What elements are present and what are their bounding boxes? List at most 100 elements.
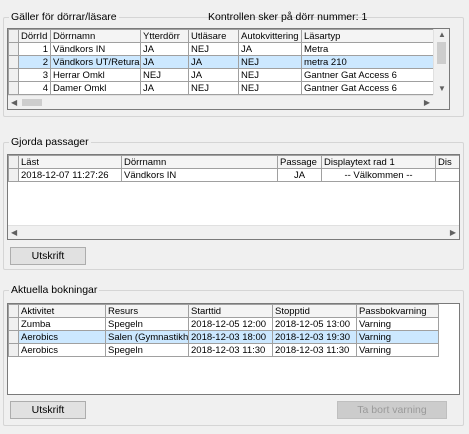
passages-group-title: Gjorda passager	[9, 136, 91, 149]
cell: JA	[140, 42, 189, 56]
scroll-thumb[interactable]	[22, 99, 42, 106]
cell: 1	[18, 42, 51, 56]
col-header-ytterdorr[interactable]: Ytterdörr	[140, 29, 189, 43]
remove-warning-button[interactable]: Ta bort varning	[337, 401, 447, 419]
row-header[interactable]	[8, 330, 19, 344]
cell: Varning	[356, 343, 439, 357]
cell: Vändkors IN	[50, 42, 141, 56]
cell: Aerobics	[18, 330, 106, 344]
cell: Gantner Gat Access 6	[301, 68, 449, 82]
cell: 2	[18, 55, 51, 69]
door-check-note: Kontrollen sker på dörr nummer: 1	[208, 11, 368, 23]
cell: Zumba	[18, 317, 106, 331]
table-row-selected[interactable]: 2 Vändkors UT/Returautom JA JA NEJ metra…	[8, 55, 449, 69]
cell: 3	[18, 68, 51, 82]
doors-table: DörrId Dörrnamn Ytterdörr Utläsare Autok…	[8, 29, 449, 95]
cell: Aerobics	[18, 343, 106, 357]
bookings-header-row: Aktivitet Resurs Starttid Stopptid Passb…	[8, 304, 439, 318]
scroll-corner	[433, 95, 449, 109]
cell: -- Välkommen --	[321, 168, 436, 182]
cell: 2018-12-03 19:30	[272, 330, 357, 344]
scroll-down-icon[interactable]: ▼	[438, 84, 446, 94]
passages-header-row: Läst Dörrnamn Passage Displaytext rad 1 …	[8, 155, 459, 169]
table-row-selected[interactable]: Aerobics Salen (Gymnastikh 2018-12-03 18…	[8, 330, 439, 344]
cell: Spegeln	[105, 317, 189, 331]
col-header-passage[interactable]: Passage	[277, 155, 322, 169]
col-header-lasartyp[interactable]: Läsartyp	[301, 29, 449, 43]
cell: 4	[18, 81, 51, 95]
row-header-corner	[8, 155, 19, 169]
cell: JA	[277, 168, 322, 182]
cell: Damer Omkl	[50, 81, 141, 95]
cell: 2018-12-03 11:30	[188, 343, 273, 357]
table-row[interactable]: 2018-12-07 11:27:26 Vändkors IN JA -- Vä…	[8, 168, 459, 182]
doors-group-title: Gäller för dörrar/läsare	[9, 11, 119, 24]
cell: JA	[188, 68, 239, 82]
table-row[interactable]: Zumba Spegeln 2018-12-05 12:00 2018-12-0…	[8, 317, 439, 331]
cell: NEJ	[188, 81, 239, 95]
bookings-grid[interactable]: Aktivitet Resurs Starttid Stopptid Passb…	[7, 303, 460, 395]
cell: Spegeln	[105, 343, 189, 357]
row-header[interactable]	[8, 343, 19, 357]
col-header-dorrid[interactable]: DörrId	[18, 29, 51, 43]
cell: 2018-12-07 11:27:26	[18, 168, 122, 182]
col-header-passbokvarning[interactable]: Passbokvarning	[356, 304, 439, 318]
cell: metra 210	[301, 55, 449, 69]
table-row[interactable]: 4 Damer Omkl JA NEJ NEJ Gantner Gat Acce…	[8, 81, 449, 95]
cell: Varning	[356, 317, 439, 331]
cell: Gantner Gat Access 6	[301, 81, 449, 95]
cell: NEJ	[188, 42, 239, 56]
scroll-left-icon[interactable]: ◀	[11, 98, 17, 108]
doors-header-row: DörrId Dörrnamn Ytterdörr Utläsare Autok…	[8, 29, 449, 43]
cell: JA	[140, 81, 189, 95]
bookings-table: Aktivitet Resurs Starttid Stopptid Passb…	[8, 304, 439, 357]
cell: JA	[238, 42, 302, 56]
bookings-group-title: Aktuella bokningar	[9, 284, 100, 297]
cell: 2018-12-05 13:00	[272, 317, 357, 331]
row-header[interactable]	[8, 168, 19, 182]
cell: NEJ	[238, 68, 302, 82]
cell: NEJ	[238, 81, 302, 95]
col-header-last[interactable]: Läst	[18, 155, 122, 169]
row-header[interactable]	[8, 55, 19, 69]
doors-grid[interactable]: DörrId Dörrnamn Ytterdörr Utläsare Autok…	[7, 28, 450, 110]
col-header-utlasare[interactable]: Utläsare	[188, 29, 239, 43]
cell: NEJ	[140, 68, 189, 82]
doors-horizontal-scrollbar[interactable]: ◀ ▶	[8, 95, 433, 109]
scroll-left-icon[interactable]: ◀	[11, 228, 17, 238]
col-header-dorrnamn[interactable]: Dörrnamn	[50, 29, 141, 43]
passages-horizontal-scrollbar[interactable]: ◀ ▶	[8, 225, 459, 239]
col-header-starttid[interactable]: Starttid	[188, 304, 273, 318]
col-header-dis[interactable]: Dis	[435, 155, 459, 169]
table-row[interactable]: Aerobics Spegeln 2018-12-03 11:30 2018-1…	[8, 343, 439, 357]
cell: 2018-12-03 18:00	[188, 330, 273, 344]
row-header[interactable]	[8, 81, 19, 95]
row-header[interactable]	[8, 317, 19, 331]
row-header-corner	[8, 29, 19, 43]
col-header-autokvittering[interactable]: Autokvittering	[238, 29, 302, 43]
doors-vertical-scrollbar[interactable]: ▲ ▼	[433, 29, 449, 95]
cell: JA	[140, 55, 189, 69]
col-header-aktivitet[interactable]: Aktivitet	[18, 304, 106, 318]
table-row[interactable]: 1 Vändkors IN JA NEJ JA Metra	[8, 42, 449, 56]
passages-grid[interactable]: Läst Dörrnamn Passage Displaytext rad 1 …	[7, 154, 460, 240]
col-header-resurs[interactable]: Resurs	[105, 304, 189, 318]
passages-table: Läst Dörrnamn Passage Displaytext rad 1 …	[8, 155, 459, 182]
col-header-displaytext[interactable]: Displaytext rad 1	[321, 155, 436, 169]
col-header-stopptid[interactable]: Stopptid	[272, 304, 357, 318]
cell: Metra	[301, 42, 449, 56]
table-row[interactable]: 3 Herrar Omkl NEJ JA NEJ Gantner Gat Acc…	[8, 68, 449, 82]
col-header-dorrnamn[interactable]: Dörrnamn	[121, 155, 278, 169]
scroll-up-icon[interactable]: ▲	[438, 30, 446, 40]
cell: 2018-12-05 12:00	[188, 317, 273, 331]
cell: Varning	[356, 330, 439, 344]
scroll-thumb[interactable]	[437, 42, 446, 64]
passages-print-button[interactable]: Utskrift	[10, 247, 86, 265]
cell: 2018-12-03 11:30	[272, 343, 357, 357]
row-header[interactable]	[8, 68, 19, 82]
bookings-print-button[interactable]: Utskrift	[10, 401, 86, 419]
cell: Salen (Gymnastikh	[105, 330, 189, 344]
scroll-right-icon[interactable]: ▶	[424, 98, 430, 108]
row-header[interactable]	[8, 42, 19, 56]
scroll-right-icon[interactable]: ▶	[450, 228, 456, 238]
